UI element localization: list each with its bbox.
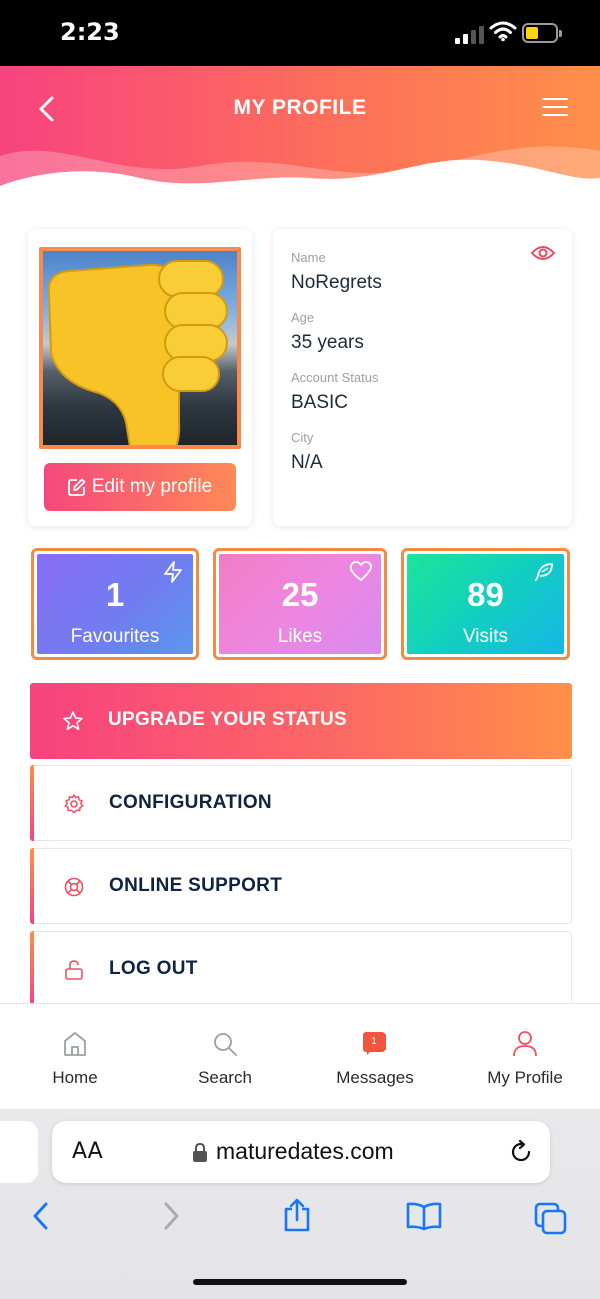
city-label: City — [291, 430, 314, 445]
header-wave — [0, 146, 600, 196]
wifi-icon — [489, 21, 517, 42]
previous-tab-preview[interactable] — [0, 1121, 38, 1183]
visits-count: 89 — [467, 576, 504, 613]
browser-toolbar: AA maturedates.com — [0, 1109, 600, 1299]
online-support-label: ONLINE SUPPORT — [109, 875, 283, 896]
profile-photo[interactable] — [39, 247, 241, 449]
battery-icon — [522, 23, 562, 43]
share-icon[interactable] — [282, 1197, 312, 1233]
age-label: Age — [291, 310, 315, 325]
upgrade-status-button[interactable]: UPGRADE YOUR STATUS — [30, 683, 572, 759]
eye-icon — [530, 246, 556, 260]
tab-messages-label: Messages — [336, 1068, 414, 1087]
user-icon — [513, 1031, 537, 1057]
lock-icon — [193, 1143, 207, 1162]
messages-badge: 1 — [363, 1032, 385, 1052]
page-title: MY PROFILE — [233, 96, 367, 119]
likes-stat[interactable]: 25 Likes — [213, 548, 387, 660]
hamburger-menu-button[interactable] — [542, 98, 568, 118]
log-out-label: LOG OUT — [109, 958, 198, 979]
lifebuoy-icon — [64, 877, 84, 897]
online-support-button[interactable]: ONLINE SUPPORT — [30, 848, 572, 924]
tab-home-label: Home — [52, 1068, 98, 1087]
edit-profile-label: Edit my profile — [91, 476, 213, 497]
status-time: 2:23 — [60, 18, 120, 46]
reader-settings-button[interactable]: AA — [72, 1139, 103, 1164]
tab-search-label: Search — [198, 1068, 252, 1087]
tab-my-profile-label: My Profile — [487, 1068, 563, 1087]
edit-icon — [67, 478, 86, 496]
browser-forward-icon[interactable] — [158, 1201, 184, 1231]
url-text: maturedates.com — [216, 1138, 394, 1164]
bottom-tab-bar: Home Search 1 Messages My Profile — [0, 1003, 600, 1109]
upgrade-status-label: UPGRADE YOUR STATUS — [108, 709, 347, 730]
view-profile-button[interactable] — [530, 243, 556, 263]
tab-home[interactable]: Home — [0, 1004, 150, 1110]
unlock-icon — [65, 960, 83, 980]
gear-icon — [64, 794, 84, 814]
search-icon — [214, 1033, 237, 1056]
favourites-count: 1 — [105, 576, 125, 613]
tab-my-profile[interactable]: My Profile — [450, 1004, 600, 1110]
name-value: NoRegrets — [291, 272, 382, 293]
account-status-label: Account Status — [291, 370, 379, 385]
reload-icon[interactable] — [508, 1139, 534, 1165]
likes-label: Likes — [277, 626, 323, 647]
edit-profile-button[interactable]: Edit my profile — [44, 463, 236, 511]
profile-photo-card: Edit my profile — [28, 229, 252, 526]
tab-search[interactable]: Search — [150, 1004, 300, 1110]
configuration-label: CONFIGURATION — [109, 792, 272, 813]
home-indicator — [193, 1279, 407, 1285]
home-icon — [64, 1032, 86, 1056]
tab-messages[interactable]: 1 Messages — [300, 1004, 450, 1110]
favourites-stat[interactable]: 1 Favourites — [31, 548, 199, 660]
bookmarks-icon[interactable] — [405, 1201, 443, 1231]
visits-label: Visits — [462, 626, 509, 647]
browser-back-icon[interactable] — [28, 1201, 54, 1231]
address-bar[interactable]: AA maturedates.com — [52, 1121, 550, 1183]
tabs-icon[interactable] — [533, 1201, 569, 1235]
profile-info-card: Name NoRegrets Age 35 years Account Stat… — [273, 229, 572, 526]
signal-icon — [455, 24, 485, 44]
status-bar: 2:23 — [0, 0, 600, 66]
age-value: 35 years — [291, 332, 364, 353]
name-label: Name — [291, 250, 326, 265]
app-header: MY PROFILE — [0, 66, 600, 196]
thumbs-down-emoji — [47, 260, 228, 445]
visits-stat[interactable]: 89 Visits — [401, 548, 570, 660]
configuration-button[interactable]: CONFIGURATION — [30, 765, 572, 841]
star-icon — [63, 711, 83, 730]
log-out-button[interactable]: LOG OUT — [30, 931, 572, 1007]
likes-count: 25 — [281, 576, 319, 613]
favourites-label: Favourites — [70, 626, 160, 647]
city-value: N/A — [291, 452, 323, 473]
account-status-value: BASIC — [291, 392, 349, 413]
